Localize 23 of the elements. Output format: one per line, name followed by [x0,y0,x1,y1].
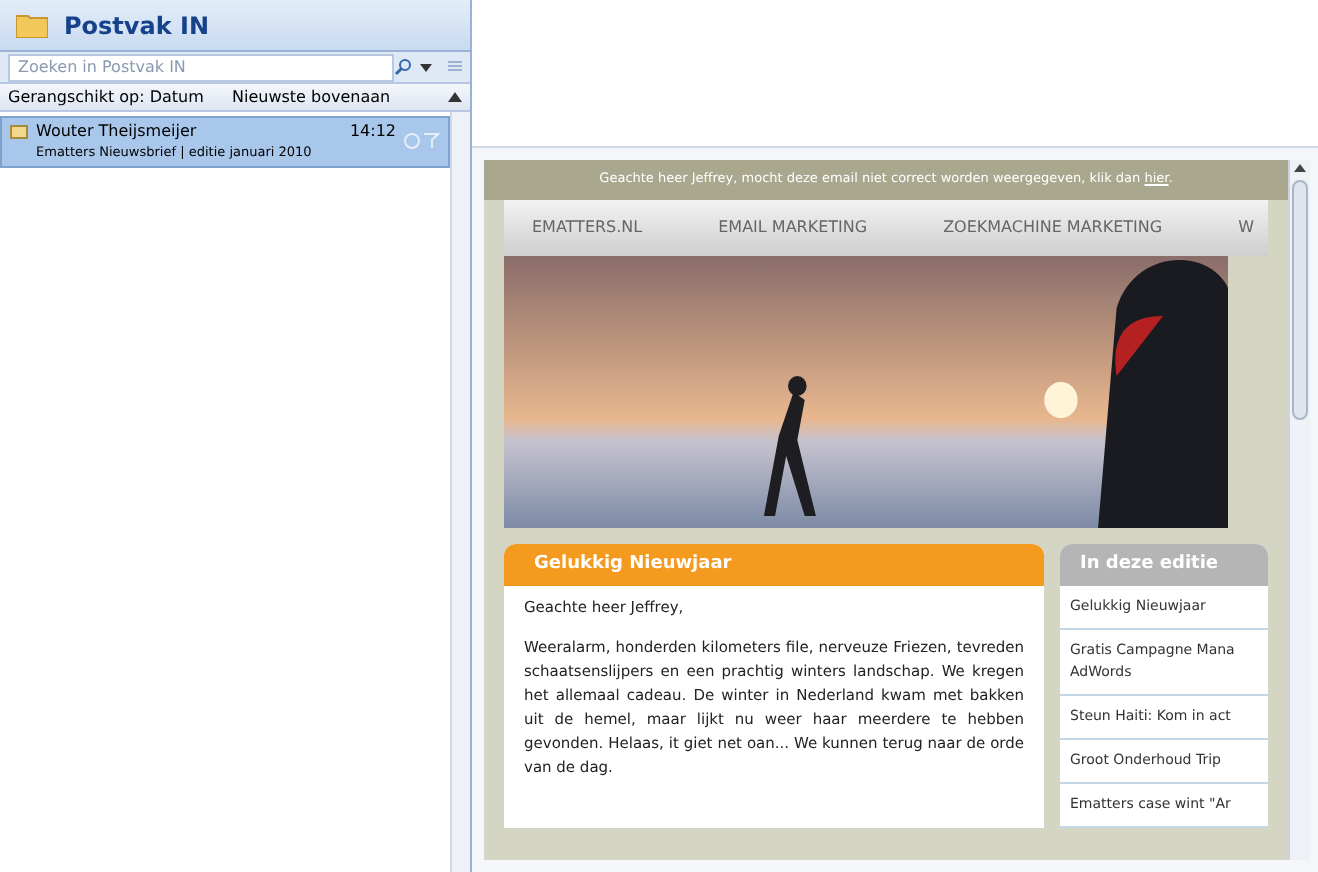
nav-link[interactable]: EMATTERS.NL [532,215,643,240]
nav-link[interactable]: ZOEKMACHINE MARKETING [943,215,1163,240]
folder-title: Postvak IN [64,9,210,43]
expand-icon[interactable] [448,60,462,74]
message-sender: Wouter Theijsmeijer [36,120,199,144]
scroll-up-icon[interactable] [1294,164,1306,172]
nav-link[interactable]: W [1238,215,1255,240]
nav-link[interactable]: EMAIL MARKETING [718,215,868,240]
scrollbar[interactable] [450,112,470,872]
article-title: Gelukkig Nieuwjaar [504,543,1044,587]
sort-order: Nieuwste bovenaan [232,85,393,109]
envelope-icon [10,124,28,140]
message-time: 14:12 [349,120,396,144]
scroll-thumb[interactable] [1292,180,1308,420]
scrollbar[interactable] [1288,160,1310,860]
dropdown-icon[interactable] [420,63,432,71]
search-icon[interactable] [394,58,412,76]
folder-icon [16,12,48,38]
search-field[interactable]: Zoeken in Postvak IN [8,53,394,81]
sidebar-title: In deze editie [1060,543,1268,587]
sort-bar[interactable]: Gerangschikt op: Datum Nieuwste bovenaan [0,84,470,112]
scroll-up-icon[interactable] [448,92,462,102]
sort-label: Gerangschikt op: Datum [8,85,206,109]
